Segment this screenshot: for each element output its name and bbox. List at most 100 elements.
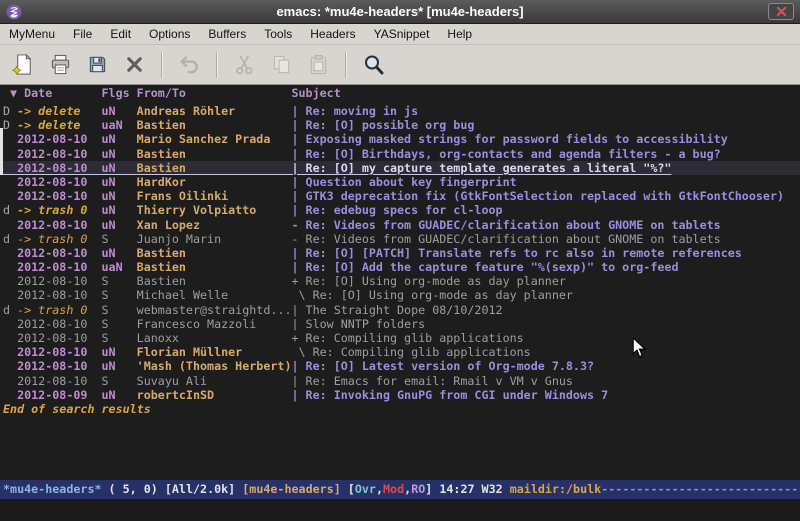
- from-cell: Mario Sanchez Prada: [137, 132, 292, 146]
- flags-cell: uN: [102, 218, 137, 232]
- close-buffer-icon: [123, 53, 146, 76]
- message-row[interactable]: 2012-08-09 uN robertcInSD | Re: Invoking…: [3, 388, 800, 402]
- menu-item-tools[interactable]: Tools: [255, 24, 301, 45]
- flags-cell: S: [102, 303, 137, 317]
- scrollbar-thumb[interactable]: [0, 128, 3, 175]
- flags-cell: S: [102, 288, 137, 302]
- from-cell: Xan Lopez: [137, 218, 292, 232]
- menu-item-headers[interactable]: Headers: [301, 24, 364, 45]
- mark-cell: [3, 317, 17, 331]
- message-row[interactable]: 2012-08-10 S Bastien + Re: [O] Using org…: [3, 274, 800, 288]
- message-row[interactable]: 2012-08-10 S Michael Welle \ Re: [O] Usi…: [3, 288, 800, 302]
- header-line: ▼ Date Flgs From/To Subject: [0, 85, 800, 101]
- message-row[interactable]: 2012-08-10 S Francesco Mazzoli | Slow NN…: [3, 317, 800, 331]
- copy-button[interactable]: [263, 49, 300, 81]
- message-row[interactable]: 2012-08-10 uaN Bastien | Re: [O] Add the…: [3, 260, 800, 274]
- message-row[interactable]: 2012-08-10 uN HardKor | Question about k…: [3, 175, 800, 189]
- modeline-plain: ] 14:27 W32: [425, 482, 509, 496]
- menu-item-yasnippet[interactable]: YASnippet: [365, 24, 439, 45]
- message-row[interactable]: 2012-08-10 uN Mario Sanchez Prada | Expo…: [3, 132, 800, 146]
- mark-cell: d: [3, 232, 17, 246]
- menu-item-edit[interactable]: Edit: [101, 24, 140, 45]
- menu-item-buffers[interactable]: Buffers: [199, 24, 255, 45]
- subject-cell: \ Re: Compiling glib applications: [291, 345, 800, 359]
- modeline-buffer[interactable]: *mu4e-headers*: [3, 482, 102, 496]
- print-button[interactable]: [42, 49, 79, 81]
- subject-cell: | GTK3 deprecation fix (GtkFontSelection…: [291, 189, 800, 203]
- flags-cell: S: [102, 232, 137, 246]
- date-cell: 2012-08-10: [17, 260, 101, 274]
- mark-cell: [3, 359, 17, 373]
- menu-item-help[interactable]: Help: [438, 24, 481, 45]
- date-cell: 2012-08-10: [17, 161, 101, 175]
- column-header-date[interactable]: Date: [17, 85, 101, 101]
- mark-cell: [3, 189, 17, 203]
- message-row[interactable]: 2012-08-10 uN Bastien | Re: [O] Birthday…: [3, 147, 800, 161]
- save-icon: [86, 53, 109, 76]
- subject-cell: | Re: moving in js: [291, 104, 800, 118]
- message-row[interactable]: 2012-08-10 uN Xan Lopez - Re: Videos fro…: [3, 218, 800, 232]
- message-row[interactable]: d -> trash 0 S Juanjo Marin - Re: Videos…: [3, 232, 800, 246]
- titlebar: emacs: *mu4e-headers* [mu4e-headers]: [0, 0, 800, 24]
- subject-cell: | Question about key fingerprint: [291, 175, 800, 189]
- subject-cell: | Slow NNTP folders: [291, 317, 800, 331]
- undo-button[interactable]: [171, 49, 208, 81]
- mark-cell: [3, 388, 17, 402]
- toolbar-separator: [161, 52, 163, 78]
- date-cell: -> trash 0: [17, 232, 101, 246]
- sort-indicator[interactable]: ▼: [3, 85, 17, 101]
- subject-cell: | Re: edebug specs for cl-loop: [291, 203, 800, 217]
- message-row[interactable]: 2012-08-10 S Suvayu Ali | Re: Emacs for …: [3, 374, 800, 388]
- date-cell: 2012-08-10: [17, 274, 101, 288]
- search-button[interactable]: [355, 49, 392, 81]
- echo-area[interactable]: [0, 499, 800, 521]
- from-cell: Florian Müllner: [137, 345, 292, 359]
- mark-cell: D: [3, 118, 17, 132]
- cut-button[interactable]: [226, 49, 263, 81]
- mark-cell: [3, 374, 17, 388]
- message-row[interactable]: d -> trash 0 uN Thierry Volpiatto | Re: …: [3, 203, 800, 217]
- mark-cell: [3, 246, 17, 260]
- flags-cell: uN: [102, 161, 137, 175]
- save-button[interactable]: [79, 49, 116, 81]
- flags-cell: uN: [102, 388, 137, 402]
- message-row[interactable]: 2012-08-10 S Lanoxx + Re: Compiling glib…: [3, 331, 800, 345]
- message-row[interactable]: D -> delete uN Andreas Röhler | Re: movi…: [3, 104, 800, 118]
- paste-button[interactable]: [300, 49, 337, 81]
- message-row[interactable]: 2012-08-10 uN Bastien | Re: [O] my captu…: [3, 161, 800, 175]
- mark-cell: [3, 288, 17, 302]
- column-header-from[interactable]: From/To: [137, 85, 292, 101]
- menu-item-file[interactable]: File: [64, 24, 101, 45]
- from-cell: Andreas Röhler: [137, 104, 292, 118]
- toolbar-separator: [216, 52, 218, 78]
- close-buffer-button[interactable]: [116, 49, 153, 81]
- mouse-cursor: [632, 337, 647, 359]
- date-cell: 2012-08-10: [17, 288, 101, 302]
- modeline-mode[interactable]: [mu4e-headers]: [242, 482, 341, 496]
- modeline-dashes: ----------------------------------------…: [601, 482, 800, 496]
- message-row[interactable]: 2012-08-10 uN Frans Oilinki | GTK3 depre…: [3, 189, 800, 203]
- column-header-flags[interactable]: Flgs: [102, 85, 137, 101]
- subject-cell: | Re: [O] Add the capture feature "%(sex…: [291, 260, 800, 274]
- message-row[interactable]: 2012-08-10 uN 'Mash (Thomas Herbert)| Re…: [3, 359, 800, 373]
- flags-cell: uN: [102, 147, 137, 161]
- message-row[interactable]: 2012-08-10 uN Florian Müllner \ Re: Comp…: [3, 345, 800, 359]
- message-row[interactable]: d -> trash 0 S webmaster@straightd...| T…: [3, 303, 800, 317]
- column-header-subject[interactable]: Subject: [291, 85, 800, 101]
- mark-cell: [3, 331, 17, 345]
- new-file-button[interactable]: [5, 49, 42, 81]
- mark-cell: [3, 161, 17, 175]
- menu-item-mymenu[interactable]: MyMenu: [0, 24, 64, 45]
- mark-cell: [3, 132, 17, 146]
- message-row[interactable]: D -> delete uaN Bastien | Re: [O] possib…: [3, 118, 800, 132]
- mark-cell: [3, 175, 17, 189]
- from-cell: Bastien: [137, 246, 292, 260]
- date-cell: -> delete: [17, 104, 101, 118]
- mode-line[interactable]: *mu4e-headers* ( 5, 0) [All/2.0k] [mu4e-…: [0, 480, 800, 499]
- emacs-icon[interactable]: [6, 4, 22, 20]
- close-button[interactable]: [768, 3, 794, 20]
- flags-cell: uaN: [102, 260, 137, 274]
- from-cell: Michael Welle: [137, 288, 292, 302]
- menu-item-options[interactable]: Options: [140, 24, 199, 45]
- message-row[interactable]: 2012-08-10 uN Bastien | Re: [O] [PATCH] …: [3, 246, 800, 260]
